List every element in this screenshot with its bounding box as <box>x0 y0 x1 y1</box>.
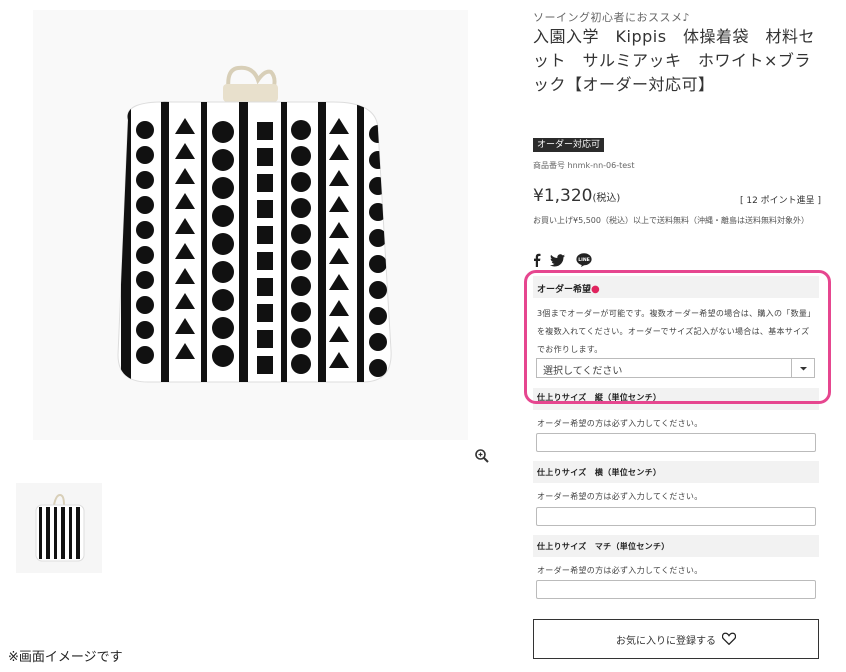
image-note: ※画面イメージです <box>8 650 123 665</box>
add-to-favorites-button[interactable]: お気に入りに登録する <box>533 619 819 659</box>
points-label: [ 12 ポイント進呈 ] <box>740 196 822 206</box>
size-width-note: オーダー希望の方は必ず入力してください。 <box>537 492 703 501</box>
size-height-input[interactable] <box>536 433 816 452</box>
price-value: ¥1,320 <box>533 186 593 206</box>
product-title: 入園入学 Kippis 体操着袋 材料セット サルミアッキ ホワイト×ブラック【… <box>533 27 816 94</box>
size-width-label: 仕上りサイズ 横（単位センチ） <box>537 468 662 477</box>
highlight-frame <box>524 270 831 404</box>
favorite-label: お気に入りに登録する <box>616 635 716 647</box>
order-available-badge: オーダー対応可 <box>533 138 605 152</box>
product-thumbnail[interactable] <box>16 483 102 573</box>
price: ¥1,320(税込) <box>533 186 620 206</box>
size-width-input[interactable] <box>536 507 816 526</box>
size-gusset-input[interactable] <box>536 580 816 599</box>
zoom-icon[interactable] <box>474 448 490 464</box>
size-height-note: オーダー希望の方は必ず入力してください。 <box>537 419 703 428</box>
facebook-icon[interactable] <box>533 252 541 267</box>
svg-text:LINE: LINE <box>578 257 590 263</box>
heart-icon <box>721 630 737 649</box>
twitter-icon[interactable] <box>550 252 565 267</box>
size-gusset-label: 仕上りサイズ マチ（単位センチ） <box>537 542 670 551</box>
product-code: 商品番号 hnmk-nn-06-test <box>533 161 635 170</box>
drawstring-bag-illustration <box>117 65 392 383</box>
shipping-note: お買い上げ¥5,500（税込）以上で送料無料（沖縄・離島は送料無料対象外） <box>533 216 809 225</box>
thumbnail-bag-illustration <box>35 493 85 562</box>
catch-copy: ソーイング初心者におススメ♪ <box>533 11 691 24</box>
price-tax: (税込) <box>592 193 621 204</box>
line-icon[interactable]: LINE <box>576 252 592 267</box>
size-gusset-note: オーダー希望の方は必ず入力してください。 <box>537 566 703 575</box>
product-main-image[interactable] <box>33 10 468 440</box>
